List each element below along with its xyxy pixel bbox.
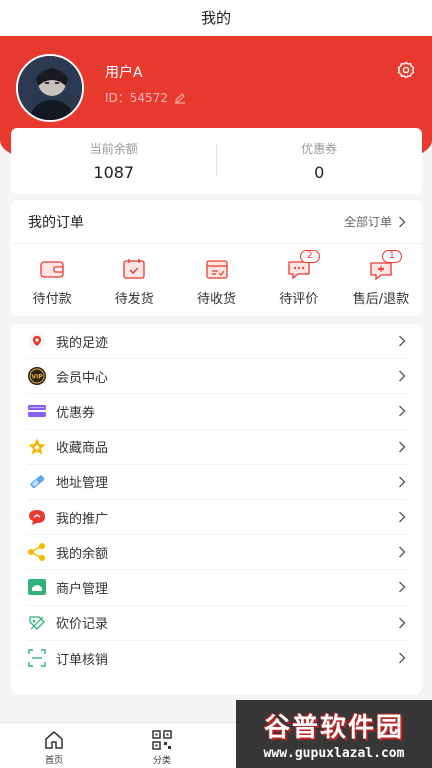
avatar[interactable] (16, 54, 84, 122)
calendar-check-icon (121, 258, 147, 280)
menu-label: 地址管理 (56, 476, 109, 492)
menu-item-address[interactable]: 地址管理 (27, 465, 406, 500)
star-icon (28, 438, 46, 455)
menu-label: 订单核销 (56, 652, 109, 668)
orders-card: 我的订单 全部订单 待付款 待发货 待收货 2 待评价 1 售后/退款 (11, 200, 422, 316)
orders-header: 我的订单 全部订单 (11, 200, 422, 244)
menu-item-favorites[interactable]: 收藏商品 (27, 430, 406, 465)
package-icon (204, 258, 230, 280)
order-pending-payment[interactable]: 待付款 (11, 244, 93, 316)
orders-title: 我的订单 (28, 214, 84, 231)
tab-home[interactable]: 首页 (0, 723, 108, 768)
menu-label: 商户管理 (56, 581, 109, 597)
order-label: 待收货 (197, 292, 237, 307)
menu-item-coupon[interactable]: 优惠券 (27, 394, 406, 430)
order-aftersale[interactable]: 1 售后/退款 (340, 244, 422, 316)
coupon-cell[interactable]: 优惠券 0 (217, 128, 423, 194)
user-id-row: ID：54572 (105, 89, 186, 106)
aftersale-icon: 1 (368, 250, 402, 281)
menu-label: 砍价记录 (56, 617, 109, 633)
menu-item-footprint[interactable]: 我的足迹 (27, 324, 406, 360)
aftersale-badge: 1 (381, 250, 402, 263)
page-title: 我的 (0, 0, 432, 36)
order-pending-receipt[interactable]: 待收货 (175, 244, 257, 316)
chevron-right-icon (399, 581, 406, 593)
menu-label: 优惠券 (56, 405, 96, 421)
menu-item-merchant[interactable]: 商户管理 (27, 570, 406, 606)
menu-item-vip[interactable]: VIP 会员中心 (27, 359, 406, 395)
watermark-url: www.gupuxlazal.com (263, 746, 405, 761)
coupon-icon (28, 405, 46, 418)
vip-icon: VIP (28, 367, 46, 386)
order-label: 售后/退款 (352, 292, 410, 307)
coupon-label: 优惠券 (301, 142, 338, 156)
order-status-row: 待付款 待发货 待收货 2 待评价 1 售后/退款 (11, 244, 422, 316)
edit-icon[interactable] (174, 92, 186, 104)
tab-category[interactable]: 分类 (108, 723, 216, 768)
balance-card: 当前余额 1087 优惠券 0 (11, 128, 422, 194)
user-id: ID：54572 (105, 91, 168, 105)
chevron-right-icon (399, 370, 406, 382)
promotion-icon (29, 510, 45, 526)
balance-cell[interactable]: 当前余额 1087 (11, 128, 217, 194)
review-badge: 2 (299, 250, 320, 263)
chevron-right-icon (399, 216, 406, 227)
username: 用户A (105, 65, 143, 81)
wallet-icon (39, 258, 65, 280)
order-label: 待评价 (279, 292, 319, 307)
order-label: 待发货 (114, 292, 154, 307)
bargain-icon (29, 615, 45, 630)
menu-card: 我的足迹 VIP 会员中心 优惠券 收藏商品 地址管理 我的推广 我的余额 商户… (11, 324, 422, 694)
share-icon (28, 543, 45, 562)
chevron-right-icon (399, 617, 406, 629)
menu-label: 收藏商品 (56, 441, 109, 457)
menu-label: 我的推广 (56, 511, 109, 527)
footprint-icon (29, 333, 45, 350)
chevron-right-icon (399, 476, 406, 488)
balance-value: 1087 (93, 163, 135, 182)
menu-item-balance[interactable]: 我的余额 (27, 535, 406, 571)
menu-item-verify[interactable]: 订单核销 (27, 641, 406, 676)
all-orders-label: 全部订单 (343, 215, 392, 229)
menu-item-bargain[interactable]: 砍价记录 (27, 606, 406, 641)
order-pending-shipment[interactable]: 待发货 (93, 244, 175, 316)
chevron-right-icon (399, 441, 406, 453)
tab-label: 首页 (44, 756, 63, 766)
chevron-right-icon (399, 511, 406, 523)
svg-text:VIP: VIP (31, 374, 43, 381)
tab-label: 分类 (152, 756, 171, 766)
watermark-title: 谷普软件园 (263, 713, 404, 743)
chat-icon: 2 (286, 250, 320, 280)
menu-label: 会员中心 (56, 370, 109, 386)
gear-icon[interactable] (397, 61, 415, 79)
chevron-right-icon (399, 546, 406, 558)
qrcode-icon (152, 730, 172, 750)
all-orders-link[interactable]: 全部订单 (344, 213, 406, 230)
menu-label: 我的余额 (56, 546, 109, 562)
scan-icon (28, 649, 46, 667)
order-label: 待付款 (32, 292, 72, 307)
order-pending-review[interactable]: 2 待评价 (258, 244, 340, 316)
coupon-value: 0 (314, 163, 325, 182)
balance-label: 当前余额 (89, 142, 138, 156)
address-icon (30, 475, 45, 488)
home-icon (45, 731, 63, 749)
merchant-icon (28, 579, 46, 596)
menu-label: 我的足迹 (56, 335, 109, 351)
chevron-right-icon (399, 335, 406, 347)
watermark: 谷普软件园 www.gupuxlazal.com (236, 700, 432, 768)
chevron-right-icon (399, 652, 406, 664)
menu-item-promotion[interactable]: 我的推广 (27, 500, 406, 536)
chevron-right-icon (399, 406, 406, 417)
